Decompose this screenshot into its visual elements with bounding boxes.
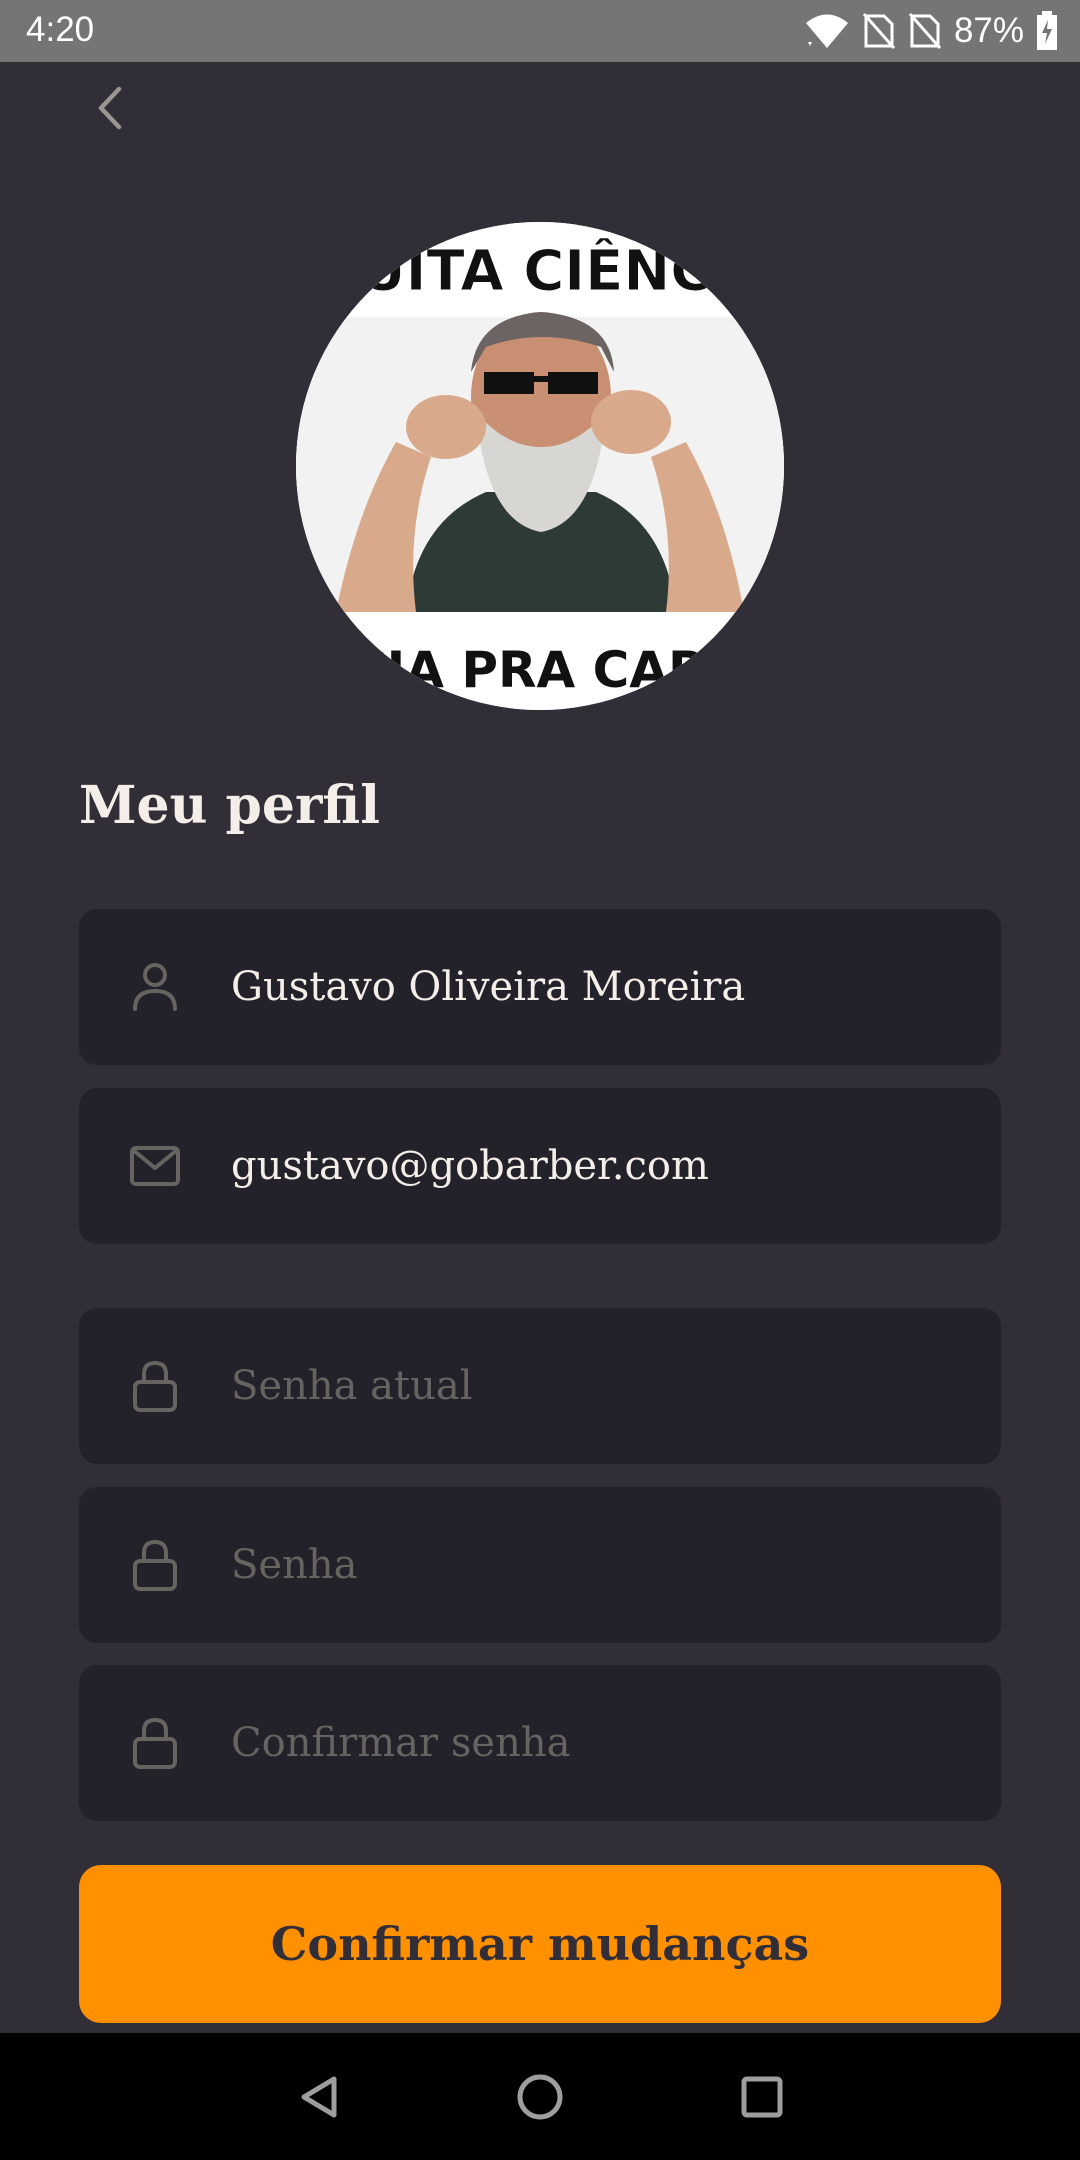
name-input[interactable]	[231, 909, 961, 1065]
name-field[interactable]	[79, 909, 1001, 1065]
no-sim-icon-2	[908, 13, 942, 49]
wifi-icon	[805, 14, 848, 48]
lock-icon	[133, 1360, 177, 1412]
password-field[interactable]	[79, 1487, 1001, 1643]
user-icon	[133, 963, 177, 1011]
chevron-left-icon	[98, 86, 122, 130]
confirm-changes-button[interactable]: Confirmar mudanças	[79, 1865, 1001, 2023]
old-password-field[interactable]	[79, 1308, 1001, 1464]
avatar-caption-bottom: CIÊNCIA PRA CARALHO	[296, 640, 784, 699]
status-time: 4:20	[26, 10, 95, 49]
nav-recents-button[interactable]	[726, 2061, 798, 2133]
nav-home-button[interactable]	[504, 2061, 576, 2133]
email-field[interactable]	[79, 1088, 1001, 1244]
square-recents-icon	[741, 2076, 783, 2118]
lock-icon	[133, 1717, 177, 1769]
password-input[interactable]	[231, 1487, 961, 1643]
confirm-password-input[interactable]	[231, 1665, 961, 1821]
mail-icon	[130, 1146, 180, 1186]
battery-percent: 87%	[953, 11, 1024, 50]
confirm-password-field[interactable]	[79, 1665, 1001, 1821]
triangle-back-icon	[301, 2076, 337, 2118]
lock-icon	[133, 1539, 177, 1591]
avatar[interactable]: MUITA CIÊNCIA CIÊNCIA PRA CARALHO	[296, 222, 784, 710]
nav-back-button[interactable]	[284, 2061, 356, 2133]
navigation-bar	[0, 2033, 1080, 2160]
status-bar: 4:20 87%	[0, 0, 1080, 62]
no-sim-icon	[862, 13, 896, 49]
battery-charging-icon	[1037, 11, 1057, 50]
old-password-input[interactable]	[231, 1308, 961, 1464]
email-input[interactable]	[231, 1088, 961, 1244]
circle-home-icon	[517, 2074, 563, 2120]
back-button[interactable]	[86, 80, 134, 136]
avatar-caption-top: MUITA CIÊNCIA	[304, 238, 776, 304]
status-icons: 87%	[804, 8, 1058, 54]
avatar-photo: MUITA CIÊNCIA CIÊNCIA PRA CARALHO	[296, 222, 784, 710]
page-title: Meu perfil	[79, 775, 380, 836]
